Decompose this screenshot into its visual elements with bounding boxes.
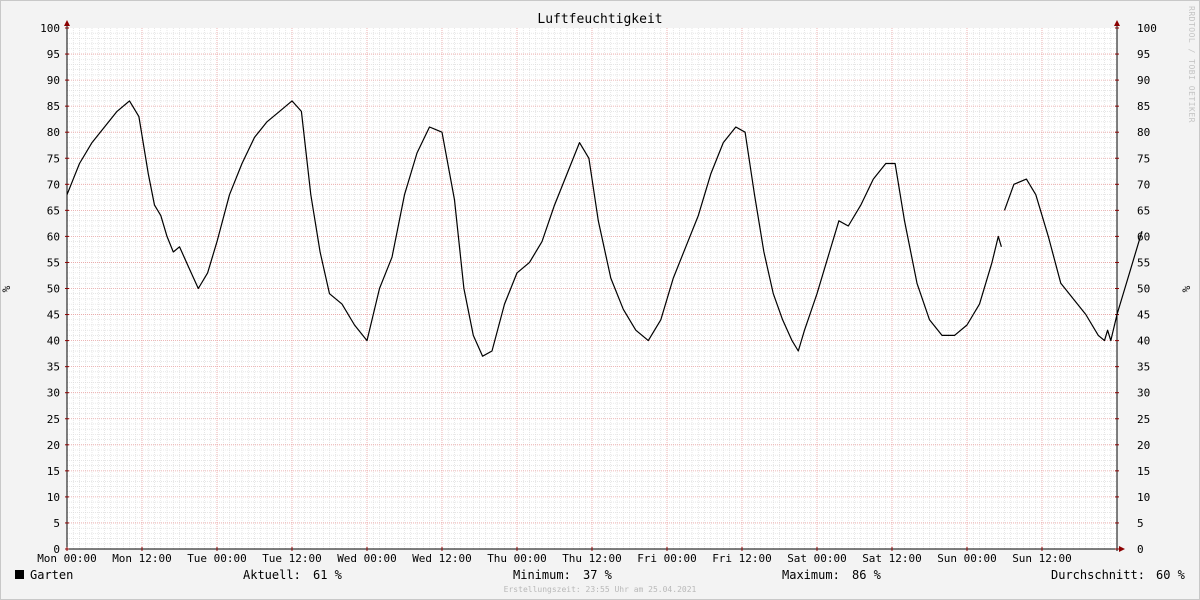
maximum-label: Maximum: — [782, 568, 840, 582]
y-tick-label-right: 30 — [1137, 387, 1150, 400]
rrdtool-watermark: RRDTOOL / TOBI OETIKER — [1187, 6, 1196, 123]
y-tick-label-right: 40 — [1137, 335, 1150, 348]
minimum-value: 37 % — [583, 568, 612, 582]
y-tick-label-right: 15 — [1137, 465, 1150, 478]
y-axis-arrow-right — [1114, 20, 1120, 26]
x-tick-label: Fri 12:00 — [712, 552, 772, 565]
current-value: 61 % — [313, 568, 342, 582]
y-tick-label-right: 10 — [1137, 491, 1150, 504]
x-tick-label: Wed 12:00 — [412, 552, 472, 565]
y-tick-label-left: 55 — [47, 256, 60, 269]
y-tick-label-right: 35 — [1137, 361, 1150, 374]
y-tick-label-left: 25 — [47, 413, 60, 426]
legend-swatch — [15, 570, 24, 579]
x-tick-label: Tue 12:00 — [262, 552, 322, 565]
x-tick-label: Sun 00:00 — [937, 552, 997, 565]
x-axis-arrow — [1119, 546, 1125, 552]
y-tick-label-right: 5 — [1137, 517, 1144, 530]
y-tick-label-left: 85 — [47, 100, 60, 113]
y-tick-label-right: 70 — [1137, 178, 1150, 191]
legend-series-name: Garten — [30, 568, 74, 582]
y-axis-label-right: % — [1180, 285, 1193, 292]
y-tick-label-left: 95 — [47, 48, 60, 61]
creation-time-footer: Erstellungszeit: 23:55 Uhr am 25.04.2021 — [503, 585, 697, 594]
humidity-chart: 0 05 510 1015 1520 2025 2530 3035 3540 4045 4550 50… — [0, 12, 1193, 565]
y-tick-label-left: 40 — [47, 335, 60, 348]
x-tick-label: Sun 12:00 — [1012, 552, 1072, 565]
x-tick-label: Wed 00:00 — [337, 552, 397, 565]
y-tick-label-right: 55 — [1137, 256, 1150, 269]
y-tick-label-right: 80 — [1137, 126, 1150, 139]
y-tick-label-right: 75 — [1137, 152, 1150, 165]
y-tick-label-right: 90 — [1137, 74, 1150, 87]
x-tick-label: Mon 00:00 — [37, 552, 97, 565]
x-tick-label: Mon 12:00 — [112, 552, 172, 565]
y-tick-label-left: 70 — [47, 178, 60, 191]
y-tick-label-right: 100 — [1137, 22, 1157, 35]
x-tick-label: Sat 12:00 — [862, 552, 922, 565]
y-tick-label-right: 85 — [1137, 100, 1150, 113]
y-tick-label-left: 20 — [47, 439, 60, 452]
y-tick-label-left: 30 — [47, 387, 60, 400]
y-tick-label-left: 80 — [47, 126, 60, 139]
y-tick-label-right: 65 — [1137, 204, 1150, 217]
maximum-value: 86 % — [852, 568, 881, 582]
y-tick-label-right: 0 — [1137, 543, 1144, 556]
x-tick-label: Thu 00:00 — [487, 552, 547, 565]
y-tick-label-right: 95 — [1137, 48, 1150, 61]
x-tick-label: Sat 00:00 — [787, 552, 847, 565]
y-tick-label-left: 10 — [47, 491, 60, 504]
x-tick-label: Fri 00:00 — [637, 552, 697, 565]
y-tick-label-left: 45 — [47, 309, 60, 322]
y-tick-label-right: 20 — [1137, 439, 1150, 452]
average-value: 60 % — [1156, 568, 1185, 582]
y-tick-label-left: 15 — [47, 465, 60, 478]
y-tick-label-left: 75 — [47, 152, 60, 165]
y-tick-label-left: 65 — [47, 204, 60, 217]
x-tick-label: Tue 00:00 — [187, 552, 247, 565]
y-tick-label-left: 100 — [40, 22, 60, 35]
y-axis-arrow-left — [64, 20, 70, 26]
y-tick-label-left: 50 — [47, 283, 60, 296]
y-tick-label-left: 90 — [47, 74, 60, 87]
chart-title: Luftfeuchtigkeit — [537, 12, 662, 27]
y-tick-label-right: 45 — [1137, 309, 1150, 322]
y-axis-label-left: % — [0, 285, 13, 292]
minimum-label: Minimum: — [513, 568, 571, 582]
y-tick-label-left: 5 — [53, 517, 60, 530]
y-tick-label-left: 35 — [47, 361, 60, 374]
average-label: Durchschnitt: — [1051, 568, 1145, 582]
legend: Garten Aktuell: 61 % Minimum: 37 % Maxim… — [0, 568, 1200, 584]
current-label: Aktuell: — [243, 568, 301, 582]
x-tick-label: Thu 12:00 — [562, 552, 622, 565]
y-tick-label-left: 60 — [47, 230, 60, 243]
y-tick-label-right: 25 — [1137, 413, 1150, 426]
y-tick-label-right: 50 — [1137, 283, 1150, 296]
